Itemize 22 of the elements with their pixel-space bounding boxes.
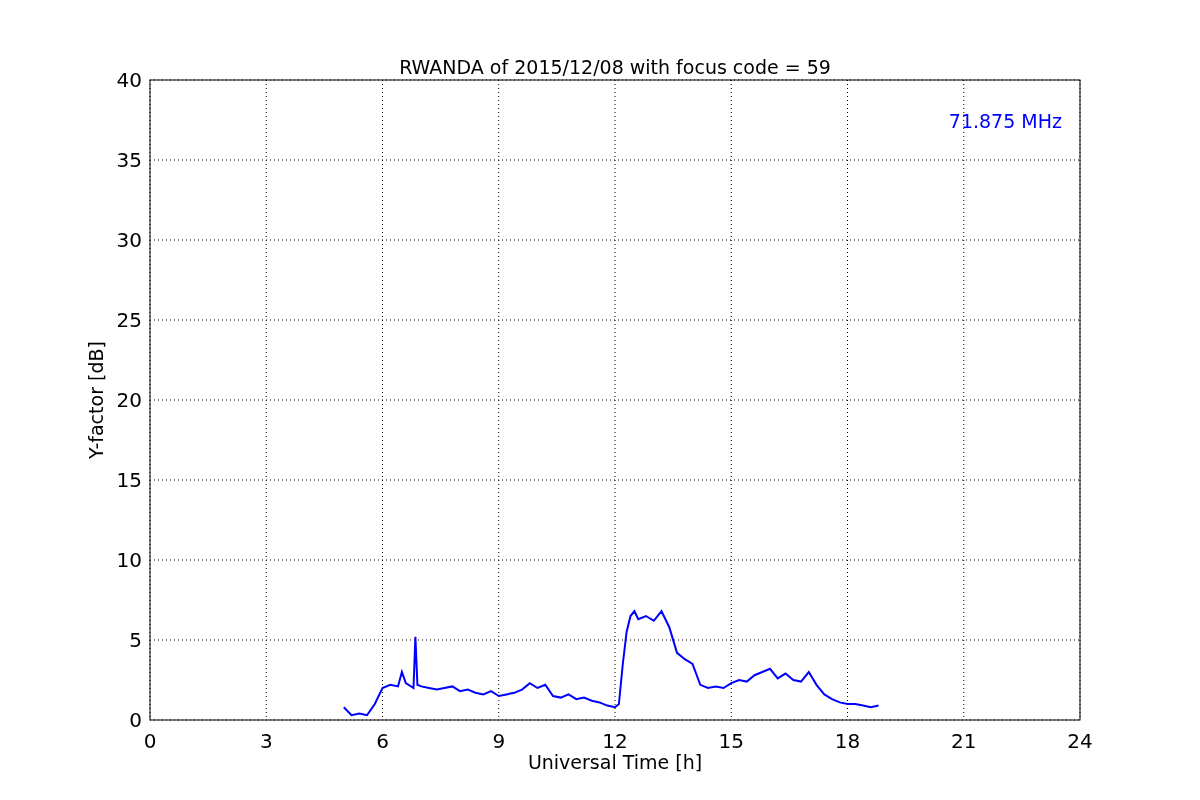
x-tick-label: 0 [143, 729, 157, 753]
chart-title: RWANDA of 2015/12/08 with focus code = 59 [399, 56, 831, 78]
y-tick-label: 30 [116, 228, 142, 252]
y-tick-label: 40 [116, 68, 142, 92]
y-tick-label: 25 [116, 308, 142, 332]
y-tick-label: 35 [116, 148, 142, 172]
x-tick-label: 3 [259, 729, 273, 753]
y-tick-label: 10 [116, 548, 142, 572]
y-tick-label: 20 [116, 388, 142, 412]
x-tick-label: 24 [1067, 729, 1093, 753]
x-axis-label: Universal Time [h] [527, 751, 703, 773]
y-tick-label: 5 [129, 628, 142, 652]
x-tick-label: 21 [951, 729, 977, 753]
x-tick-label: 15 [718, 729, 744, 753]
y-tick-label: 0 [129, 708, 142, 732]
x-tick-label: 12 [602, 729, 628, 753]
frequency-label: 71.875 MHz [948, 110, 1062, 132]
y-tick-label: 15 [116, 468, 142, 492]
x-tick-label: 18 [834, 729, 861, 753]
x-tick-label: 6 [376, 729, 389, 753]
y-axis-label: Y-factor [dB] [85, 341, 107, 459]
x-tick-label: 9 [492, 729, 506, 753]
